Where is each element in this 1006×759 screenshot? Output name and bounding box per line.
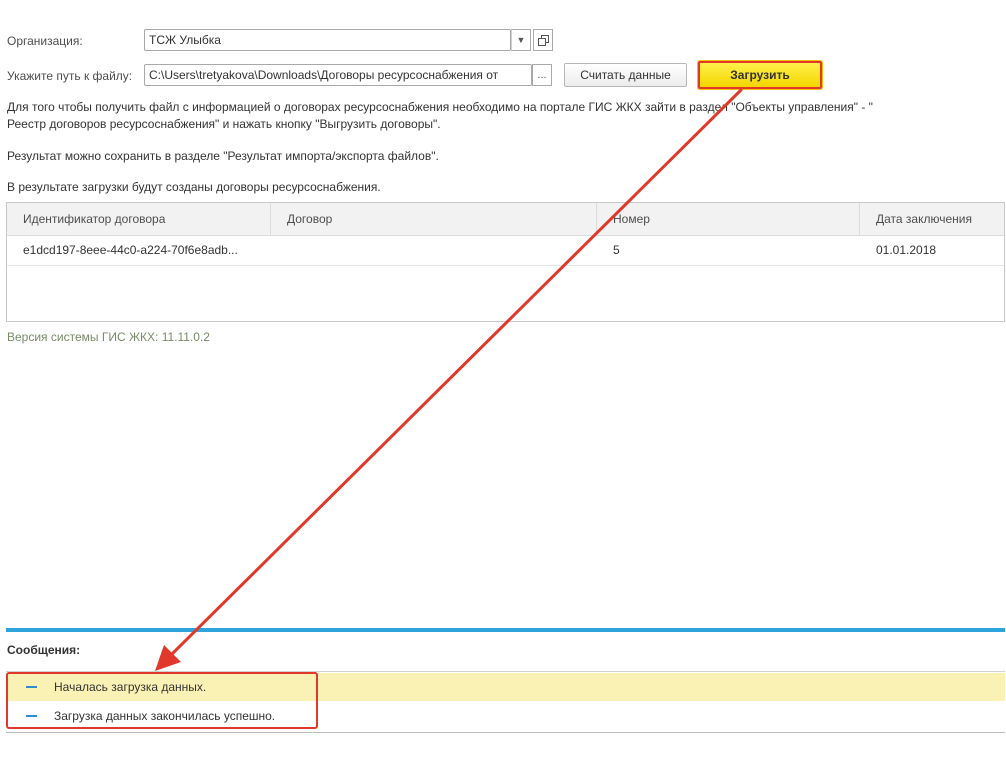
annotation-arrow xyxy=(155,88,743,671)
arrow-line xyxy=(170,88,743,656)
